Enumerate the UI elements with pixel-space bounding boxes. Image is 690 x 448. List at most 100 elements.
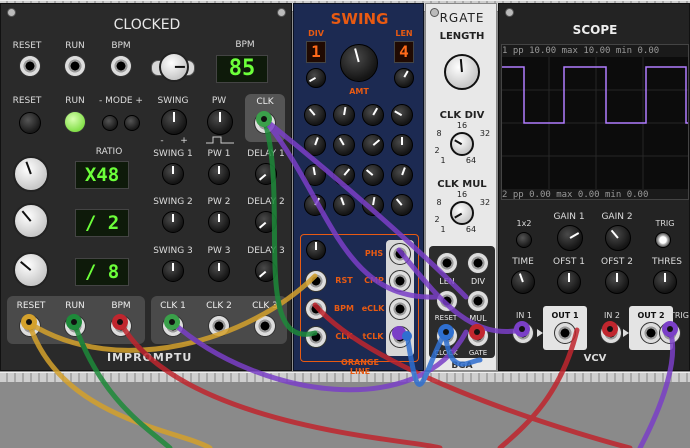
ratio-knob-1[interactable] bbox=[13, 156, 49, 192]
swing2-knob[interactable] bbox=[162, 211, 184, 233]
clock-jack-label: CLOCK bbox=[434, 349, 458, 357]
swing1-knob[interactable] bbox=[162, 163, 184, 185]
ratio-knob-3[interactable] bbox=[13, 252, 49, 288]
step-knob[interactable] bbox=[391, 134, 413, 156]
time-knob[interactable] bbox=[511, 270, 535, 294]
mode-plus-button[interactable] bbox=[124, 115, 140, 131]
out1-jack[interactable] bbox=[554, 322, 576, 344]
pw-knob[interactable] bbox=[207, 109, 233, 135]
reset-output-jack[interactable] bbox=[19, 315, 41, 337]
pw1-knob[interactable] bbox=[208, 163, 230, 185]
delay2-knob[interactable] bbox=[255, 211, 277, 233]
step-knob[interactable] bbox=[333, 134, 355, 156]
delay3-knob[interactable] bbox=[255, 260, 277, 282]
trig-button[interactable] bbox=[655, 232, 671, 248]
amt-knob[interactable] bbox=[340, 44, 378, 82]
delay1-knob[interactable] bbox=[255, 163, 277, 185]
tclk-label: tCLK bbox=[362, 332, 384, 341]
pw2-knob[interactable] bbox=[208, 211, 230, 233]
tclk-output-jack[interactable] bbox=[389, 326, 411, 348]
ofst1-knob[interactable] bbox=[557, 270, 581, 294]
div-mark-2: 2 bbox=[434, 146, 440, 155]
run-input-jack[interactable] bbox=[64, 55, 86, 77]
vcv-logo: VCV bbox=[583, 353, 607, 364]
ofst2-label: OFST 2 bbox=[601, 257, 633, 267]
ch1-pp-value: 10.00 bbox=[529, 46, 557, 56]
div-cv-jack[interactable] bbox=[467, 252, 489, 274]
ofst2-knob[interactable] bbox=[605, 270, 629, 294]
step-knob[interactable] bbox=[333, 194, 355, 216]
trig-input-jack[interactable] bbox=[659, 322, 681, 344]
in1-jack[interactable] bbox=[512, 322, 534, 344]
swing-small-knob[interactable] bbox=[306, 240, 326, 260]
channel1-readout: 1 pp 10.00 max 10.00 min 0.00 bbox=[502, 45, 688, 57]
step-knob[interactable] bbox=[362, 104, 384, 126]
clk-output-jack[interactable] bbox=[254, 112, 276, 134]
div-knob[interactable] bbox=[306, 68, 326, 88]
length-knob[interactable] bbox=[444, 54, 480, 90]
step-knob[interactable] bbox=[333, 104, 355, 126]
bpm-knob[interactable] bbox=[159, 52, 189, 82]
run-output-jack[interactable] bbox=[64, 315, 86, 337]
in2-jack[interactable] bbox=[600, 322, 622, 344]
mode-minus-button[interactable] bbox=[102, 115, 118, 131]
bpm-label: BPM bbox=[235, 40, 255, 50]
step-knob[interactable] bbox=[304, 134, 326, 156]
clk1-output-jack[interactable] bbox=[162, 315, 184, 337]
run-button[interactable] bbox=[64, 111, 86, 133]
div-mark-32: 32 bbox=[479, 129, 491, 138]
len-display[interactable]: 4 bbox=[394, 41, 414, 63]
reset-input-jack[interactable] bbox=[19, 55, 41, 77]
x12-button[interactable] bbox=[516, 232, 532, 248]
step-knob[interactable] bbox=[333, 164, 355, 186]
scope-trace bbox=[502, 57, 688, 189]
bpm-input-jack[interactable] bbox=[110, 55, 132, 77]
step-knob[interactable] bbox=[391, 104, 413, 126]
clk3-output-jack[interactable] bbox=[254, 315, 276, 337]
clock-input-jack[interactable] bbox=[436, 325, 458, 347]
pw3-knob[interactable] bbox=[208, 260, 230, 282]
clk2-output-jack[interactable] bbox=[208, 315, 230, 337]
mul-cv-jack[interactable] bbox=[467, 290, 489, 312]
step-knob[interactable] bbox=[362, 134, 384, 156]
reset-cv-jack[interactable] bbox=[436, 290, 458, 312]
step-knob[interactable] bbox=[362, 194, 384, 216]
step-knob[interactable] bbox=[304, 164, 326, 186]
screw bbox=[277, 8, 286, 17]
eclk-output-jack[interactable] bbox=[389, 298, 411, 320]
step-knob[interactable] bbox=[304, 194, 326, 216]
div-display[interactable]: 1 bbox=[306, 41, 326, 63]
swing3-knob[interactable] bbox=[162, 260, 184, 282]
clk-div-knob[interactable] bbox=[450, 132, 474, 156]
reset-button[interactable] bbox=[19, 112, 41, 134]
amt-label: AMT bbox=[349, 87, 369, 96]
time-label: TIME bbox=[512, 257, 534, 267]
swing-knob[interactable] bbox=[161, 109, 187, 135]
rst-input-jack[interactable] bbox=[305, 270, 327, 292]
thres-label: THRES bbox=[652, 257, 682, 267]
ratio-knob-2[interactable] bbox=[13, 203, 49, 239]
ch1-pp-label: pp bbox=[512, 46, 524, 56]
gain2-knob[interactable] bbox=[605, 225, 631, 251]
gate-output-jack[interactable] bbox=[467, 325, 489, 347]
phs-output-jack[interactable] bbox=[389, 243, 411, 265]
bpm-in-jack[interactable] bbox=[305, 298, 327, 320]
clk-in-jack[interactable] bbox=[305, 326, 327, 348]
thres-knob[interactable] bbox=[653, 270, 677, 294]
mul-mark-64: 64 bbox=[465, 225, 477, 234]
rgate-module: RGATE LENGTH CLK DIV 16 8 32 2 1 64 CLK … bbox=[425, 3, 497, 371]
cmp-output-jack[interactable] bbox=[389, 270, 411, 292]
clk-mul-knob[interactable] bbox=[450, 201, 474, 225]
mode-label: - MODE + bbox=[99, 96, 143, 106]
step-knob[interactable] bbox=[362, 164, 384, 186]
len-cv-jack[interactable] bbox=[436, 252, 458, 274]
bpm-output-jack[interactable] bbox=[110, 315, 132, 337]
gain1-knob[interactable] bbox=[557, 225, 583, 251]
len-knob[interactable] bbox=[394, 68, 414, 88]
step-knob[interactable] bbox=[391, 194, 413, 216]
step-knob[interactable] bbox=[391, 164, 413, 186]
step-knob[interactable] bbox=[304, 104, 326, 126]
bpm-jack-label: BPM bbox=[334, 304, 354, 313]
clk-div-label: CLK DIV bbox=[439, 110, 485, 121]
bga-logo: BGA bbox=[451, 361, 473, 371]
